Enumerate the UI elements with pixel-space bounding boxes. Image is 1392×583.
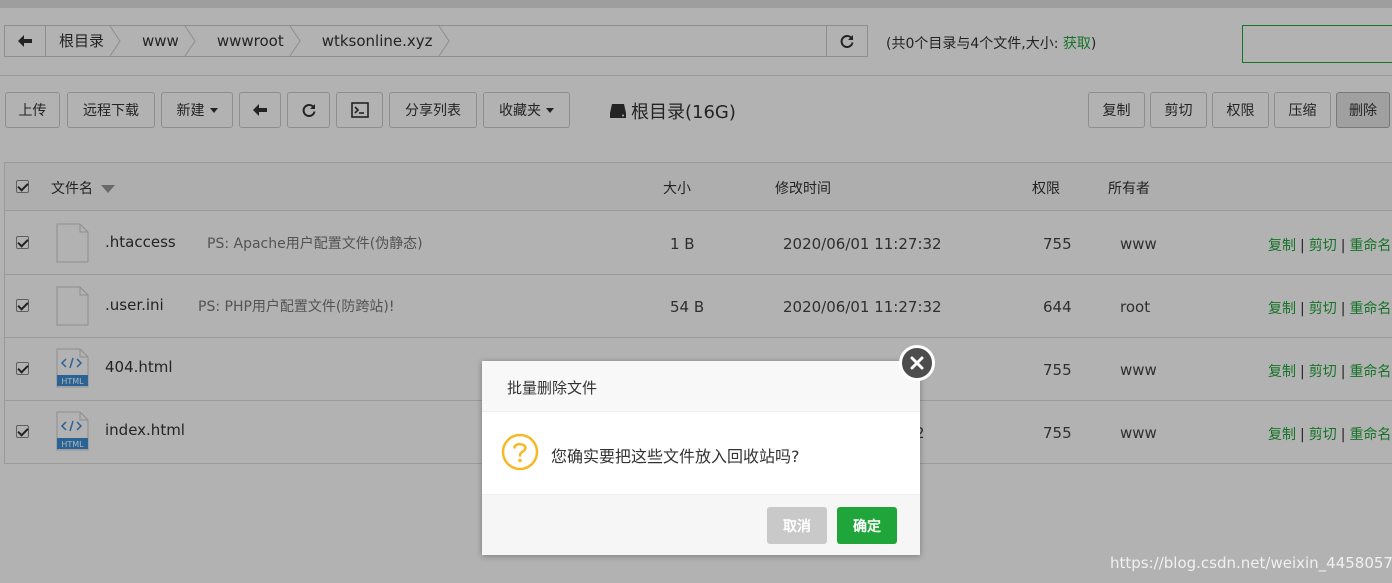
batch-delete-dialog: 批量删除文件 您确实要把这些文件放入回收站吗? 取消 确定: [482, 361, 920, 555]
close-icon: [910, 356, 924, 370]
confirm-button[interactable]: 确定: [837, 507, 897, 544]
dialog-close-button[interactable]: [899, 345, 935, 381]
dialog-title: 批量删除文件: [507, 379, 598, 397]
cancel-button[interactable]: 取消: [767, 507, 827, 544]
dialog-footer: 取消 确定: [482, 494, 920, 555]
dialog-message: 您确实要把这些文件放入回收站吗?: [551, 447, 800, 466]
question-icon: [501, 433, 539, 471]
dialog-header: 批量删除文件: [482, 361, 920, 412]
dialog-body: 您确实要把这些文件放入回收站吗?: [482, 412, 920, 494]
watermark: https://blog.csdn.net/weixin_44580577: [1110, 554, 1392, 572]
